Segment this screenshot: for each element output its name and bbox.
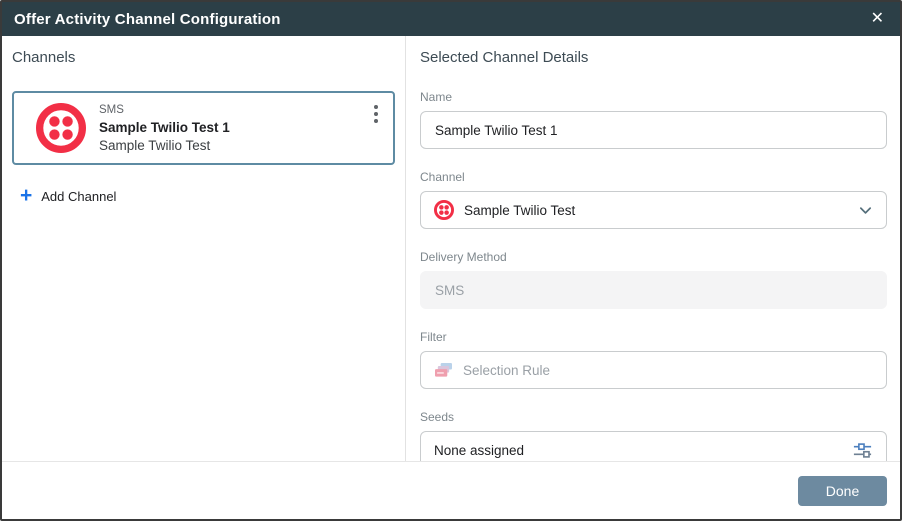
channel-type-label: SMS (99, 102, 230, 119)
name-input[interactable] (420, 111, 887, 149)
channel-dropdown[interactable]: Sample Twilio Test (420, 191, 887, 229)
dialog-body: Channels SMS Sample Twilio Test 1 Sample… (2, 36, 900, 461)
seeds-label: Seeds (420, 410, 887, 424)
seeds-value: None assigned (434, 443, 524, 458)
channel-dropdown-value: Sample Twilio Test (464, 203, 575, 218)
done-button[interactable]: Done (798, 476, 887, 506)
close-icon[interactable]: ✕ (867, 9, 888, 29)
name-field-group: Name (420, 90, 887, 149)
dialog-header: Offer Activity Channel Configuration ✕ (2, 2, 900, 36)
filter-placeholder: Selection Rule (463, 363, 550, 378)
add-channel-label: Add Channel (41, 189, 116, 204)
selection-rule-icon (434, 362, 453, 379)
selected-channel-details-panel: Selected Channel Details Name Channel (406, 36, 900, 461)
twilio-icon (36, 103, 86, 153)
twilio-icon (434, 200, 454, 220)
filter-input[interactable]: Selection Rule (420, 351, 887, 389)
plus-icon: + (20, 188, 32, 204)
dialog-footer: Done (2, 461, 900, 519)
channel-card-text: SMS Sample Twilio Test 1 Sample Twilio T… (99, 102, 230, 155)
channel-field-group: Channel Sample Twilio Test (420, 170, 887, 229)
name-label: Name (420, 90, 887, 104)
filter-field-group: Filter Selection Rule (420, 330, 887, 389)
filter-label: Filter (420, 330, 887, 344)
delivery-method-label: Delivery Method (420, 250, 887, 264)
channel-card-selected[interactable]: SMS Sample Twilio Test 1 Sample Twilio T… (12, 91, 395, 165)
channel-configuration-dialog: Offer Activity Channel Configuration ✕ C… (0, 0, 902, 521)
chevron-down-icon (858, 203, 873, 218)
channels-heading: Channels (12, 49, 395, 66)
delivery-method-input (420, 271, 887, 309)
kebab-menu-icon[interactable] (372, 103, 380, 125)
dialog-title: Offer Activity Channel Configuration (14, 11, 281, 28)
channels-panel: Channels SMS Sample Twilio Test 1 Sample… (2, 36, 406, 461)
channel-subtitle: Sample Twilio Test (99, 137, 230, 155)
channel-label: Channel (420, 170, 887, 184)
add-channel-button[interactable]: + Add Channel (12, 189, 116, 204)
details-heading: Selected Channel Details (420, 49, 887, 66)
channel-name: Sample Twilio Test 1 (99, 119, 230, 137)
delivery-method-field-group: Delivery Method (420, 250, 887, 309)
sliders-icon[interactable] (852, 440, 873, 461)
